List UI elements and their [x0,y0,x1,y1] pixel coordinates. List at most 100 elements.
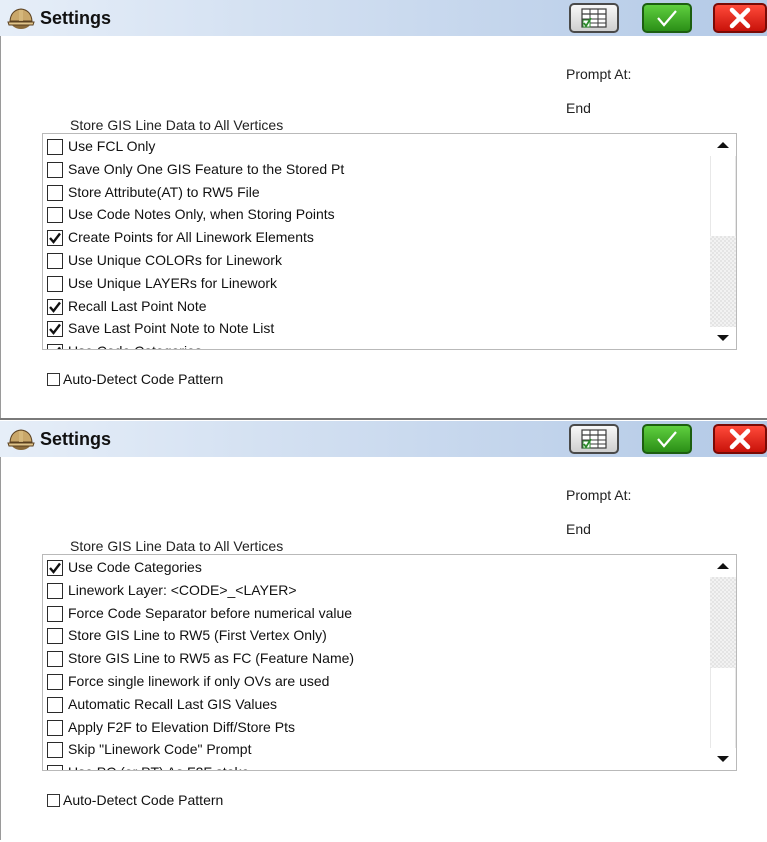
checklist-item[interactable]: Skip "Linework Code" Prompt [43,739,711,761]
checklist-item[interactable]: Use PC (or PT) As F2F stake [43,762,711,770]
checklist-item[interactable]: Recall Last Point Note [43,296,711,318]
scrollbar-thumb[interactable] [710,668,736,748]
ok-button[interactable] [642,424,692,454]
checkmark-icon [657,10,677,27]
checklist-item-label: Use Unique COLORs for Linework [68,252,282,268]
scrollbar-track[interactable] [710,236,736,327]
scroll-up-button[interactable] [710,555,736,577]
close-icon [729,428,751,450]
checklist-item[interactable]: Use Code Notes Only, when Storing Points [43,204,711,226]
checkbox-unchecked[interactable] [47,765,63,770]
checklist-item-label: Automatic Recall Last GIS Values [68,695,278,712]
checklist-item-label: Recall Last Point Note [68,297,207,314]
checklist-item-label: Store Attribute(AT) to RW5 File [68,183,260,200]
checklist-item-label: Save Only One GIS Feature to the Stored … [68,160,345,177]
checkbox-unchecked[interactable] [47,674,63,690]
checkbox-unchecked[interactable] [47,582,63,599]
checkbox-unchecked[interactable] [47,161,63,178]
table-icon [581,8,607,28]
store-gis-line-data-label: Store GIS Line Data to All Vertices [70,117,284,133]
checklist-item-label: Force single linework if only OVs are us… [68,673,330,689]
scroll-up-button[interactable] [710,134,736,156]
settings-panel-bottom: Settings Prompt At: End Store GIS Line D… [0,421,767,842]
vertical-scrollbar[interactable] [710,134,736,349]
checklist-item-label: Force Code Separator before numerical va… [68,604,353,621]
checkbox-unchecked[interactable] [47,605,63,622]
checkbox-unchecked[interactable] [47,651,63,668]
checklist-item-label: Linework Layer: <CODE>_<LAYER> [68,581,297,598]
checklist-item[interactable]: Use Code Categories [43,557,711,579]
checklist-item[interactable]: Automatic Recall Last GIS Values [43,694,711,716]
checklist-item-label: Create Points for All Linework Elements [68,229,314,246]
checkmark-icon [657,431,677,448]
scroll-down-button[interactable] [710,327,736,349]
table-view-button[interactable] [569,424,619,454]
auto-detect-checkbox[interactable] [47,794,60,807]
cancel-button[interactable] [713,3,767,33]
checklist-items: Use Code Categories Linework Layer: <CODE… [43,555,711,770]
checkbox-unchecked[interactable] [47,696,63,713]
checklist-item[interactable]: Store GIS Line to RW5 (First Vertex Only… [43,625,711,647]
checklist-item[interactable]: Force Code Separator before numerical va… [43,603,711,625]
scrollbar-thumb[interactable] [710,156,736,236]
arrow-up-icon [717,563,729,569]
auto-detect-label: Auto-Detect Code Pattern [63,371,224,387]
scrollbar-track[interactable] [710,577,736,668]
checkbox-checked[interactable] [47,298,63,315]
checklist-item[interactable]: Create Points for All Linework Elements [43,227,711,249]
store-gis-line-data-label: Store GIS Line Data to All Vertices [70,538,284,554]
prompt-at-value[interactable]: End [566,521,591,537]
checklist-item[interactable]: Use Unique LAYERs for Linework [43,273,711,295]
checkbox-checked[interactable] [47,560,63,576]
table-icon [581,429,607,449]
checklist-item[interactable]: Save Only One GIS Feature to the Stored … [43,159,711,181]
checkbox-checked[interactable] [47,230,63,247]
settings-panel-top: Settings Prompt At: End Store GIS Line D… [0,0,767,419]
checklist-item[interactable]: Apply F2F to Elevation Diff/Store Pts [43,717,711,739]
window-title: Settings [40,8,112,28]
checkmark-icon [49,324,61,336]
prompt-at-label: Prompt At: [566,66,632,82]
arrow-down-icon [717,756,729,762]
checklist-item[interactable]: Linework Layer: <CODE>_<LAYER> [43,580,711,602]
hard-hat-icon [7,8,35,29]
checkbox-unchecked[interactable] [47,184,63,201]
prompt-at-value[interactable]: End [566,100,591,116]
cancel-button[interactable] [713,424,767,454]
checklist-item-label: Save Last Point Note to Note List [68,320,275,337]
checkmark-icon [57,346,61,349]
checkbox-unchecked[interactable] [47,742,63,759]
checkbox-unchecked[interactable] [47,275,63,292]
scroll-down-button[interactable] [710,748,736,770]
checkbox-unchecked[interactable] [47,139,63,155]
checklist-item[interactable]: Force single linework if only OVs are us… [43,671,711,693]
checklist-item[interactable]: Save Last Point Note to Note List [43,318,711,340]
checkbox-unchecked[interactable] [47,207,63,224]
checklist-item-label: Skip "Linework Code" Prompt [68,741,252,758]
checklist-item[interactable]: Store Attribute(AT) to RW5 File [43,182,711,204]
checklist-item-label: Store GIS Line to RW5 as FC (Feature Nam… [68,650,355,667]
vertical-scrollbar[interactable] [710,555,736,770]
checkbox-checked[interactable] [47,344,63,349]
checklist-item-label: Use Code Categories [68,343,202,349]
checklist-item-label: Store GIS Line to RW5 (First Vertex Only… [68,627,327,644]
window-left-border [0,457,1,840]
ok-button[interactable] [642,3,692,33]
panel-divider [0,418,767,420]
checkbox-unchecked[interactable] [47,253,63,269]
checklist-item[interactable]: Use Code Categories [43,341,711,349]
checklist-item[interactable]: Use Unique COLORs for Linework [43,250,711,272]
checklist-item-label: Use Code Categories [68,559,202,575]
checklist-item-label: Use Unique LAYERs for Linework [68,274,278,291]
checklist-item-label: Use Code Notes Only, when Storing Points [68,206,335,223]
checklist-item[interactable]: Use FCL Only [43,136,711,158]
table-view-button[interactable] [569,3,619,33]
auto-detect-checkbox[interactable] [47,373,60,386]
checkbox-unchecked[interactable] [47,719,63,736]
settings-checklist: Use FCL Only Save Only One GIS Feature to… [42,133,737,350]
checkbox-unchecked[interactable] [47,628,63,645]
prompt-at-label: Prompt At: [566,487,632,503]
checklist-item[interactable]: Store GIS Line to RW5 as FC (Feature Nam… [43,648,711,670]
checkmark-icon [49,301,61,313]
checkbox-checked[interactable] [47,321,63,338]
